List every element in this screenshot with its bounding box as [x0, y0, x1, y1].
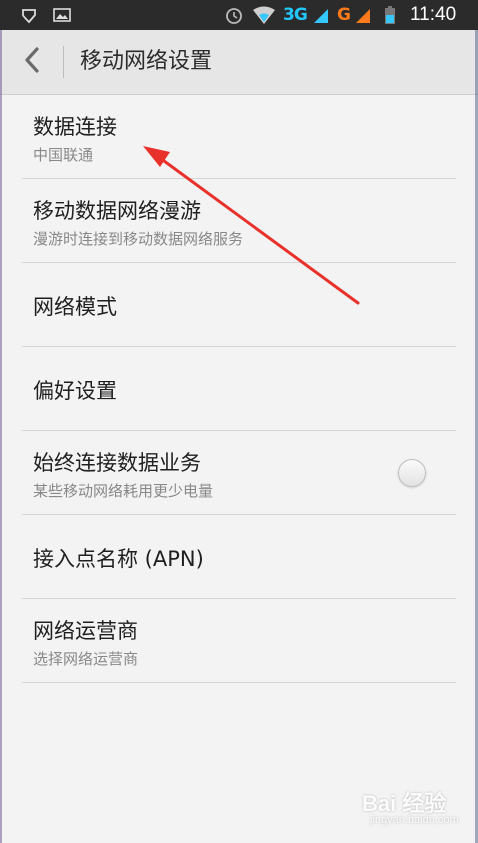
action-bar: 移动网络设置 — [0, 30, 478, 95]
wifi-icon — [252, 0, 278, 30]
setting-subtitle: 选择网络运营商 — [33, 650, 139, 668]
setting-title: 接入点名称 (APN) — [33, 547, 204, 571]
chevron-left-icon — [22, 46, 42, 78]
screen-edge-left — [0, 30, 2, 843]
always-on-data-toggle[interactable] — [398, 459, 426, 487]
setting-title: 始终连接数据业务 — [33, 451, 201, 475]
action-bar-divider — [63, 46, 64, 78]
heart-shield-icon — [20, 0, 40, 30]
page-title: 移动网络设置 — [80, 49, 213, 74]
setting-subtitle: 某些移动网络耗用更少电量 — [33, 482, 214, 500]
baidu-watermark: Bai 经验 jingyan.baidu.com — [362, 786, 468, 832]
back-button[interactable] — [14, 44, 50, 80]
setting-title: 移动数据网络漫游 — [33, 199, 201, 223]
signal-icon — [312, 0, 330, 30]
setting-data-connection[interactable]: 数据连接 中国联通 — [0, 95, 478, 179]
status-bar: 3G G 11:40 — [0, 0, 478, 30]
setting-preferences[interactable]: 偏好设置 — [0, 347, 478, 431]
setting-title: 数据连接 — [33, 115, 117, 139]
setting-subtitle: 中国联通 — [33, 146, 94, 164]
network-g-label: G — [337, 5, 351, 25]
setting-network-mode[interactable]: 网络模式 — [0, 263, 478, 347]
setting-always-on-data[interactable]: 始终连接数据业务 某些移动网络耗用更少电量 — [0, 431, 478, 515]
watermark-url: jingyan.baidu.com — [370, 814, 459, 826]
alarm-icon — [224, 0, 244, 30]
settings-list: 数据连接 中国联通 移动数据网络漫游 漫游时连接到移动数据网络服务 网络模式 偏… — [0, 95, 478, 683]
divider — [22, 682, 456, 683]
battery-icon — [384, 0, 398, 30]
setting-apn[interactable]: 接入点名称 (APN) — [0, 515, 478, 599]
image-icon — [52, 0, 72, 30]
setting-subtitle: 漫游时连接到移动数据网络服务 — [33, 230, 244, 248]
setting-data-roaming[interactable]: 移动数据网络漫游 漫游时连接到移动数据网络服务 — [0, 179, 478, 263]
signal-icon — [354, 0, 372, 30]
setting-network-operator[interactable]: 网络运营商 选择网络运营商 — [0, 599, 478, 683]
setting-title: 网络运营商 — [33, 619, 138, 643]
network-3g-label: 3G — [283, 5, 308, 25]
setting-title: 偏好设置 — [33, 379, 117, 403]
clock: 11:40 — [410, 4, 457, 25]
setting-title: 网络模式 — [33, 295, 117, 319]
